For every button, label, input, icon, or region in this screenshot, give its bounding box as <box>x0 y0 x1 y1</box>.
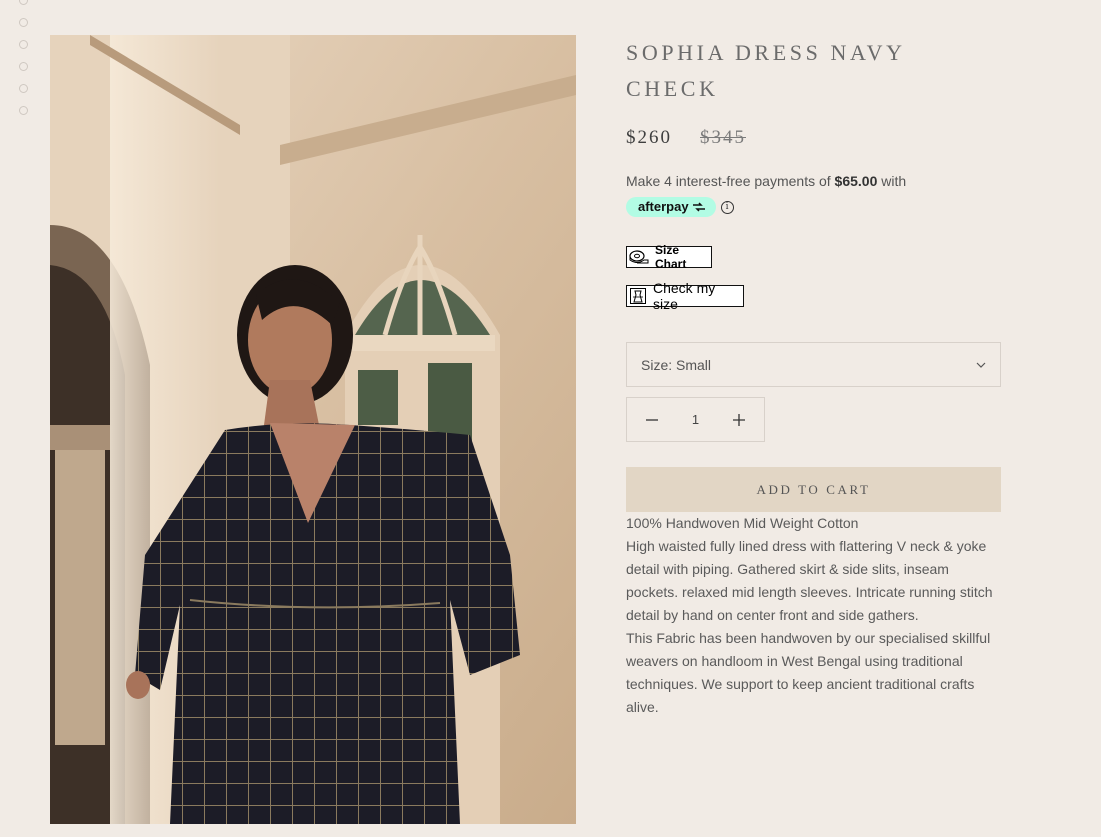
afterpay-message: Make 4 interest-free payments of $65.00 … <box>626 171 1002 217</box>
thumbnail-dot[interactable] <box>19 0 28 5</box>
price-row: $260 $345 <box>626 123 1002 153</box>
dress-hanger-icon <box>630 288 646 304</box>
description-paragraph: This Fabric has been handwoven by our sp… <box>626 630 991 715</box>
measuring-tape-icon <box>629 250 649 264</box>
product-image[interactable] <box>50 35 576 824</box>
thumbnail-dot[interactable] <box>19 106 28 115</box>
afterpay-suffix: with <box>877 173 907 189</box>
minus-icon[interactable] <box>645 413 659 427</box>
size-select-value: Size: Small <box>641 356 712 373</box>
quantity-value[interactable]: 1 <box>692 412 699 427</box>
compare-price: $345 <box>700 127 746 148</box>
product-page: SOPHIA DRESS NAVY CHECK $260 $345 Make 4… <box>0 0 1101 837</box>
afterpay-badge[interactable]: afterpay <box>626 197 716 217</box>
description-paragraph: High waisted fully lined dress with flat… <box>626 538 993 623</box>
afterpay-prefix: Make 4 interest-free payments of <box>626 173 835 189</box>
afterpay-amount: $65.00 <box>834 173 878 189</box>
chevron-down-icon <box>976 362 986 368</box>
afterpay-arrows-icon <box>692 202 705 212</box>
check-my-size-button[interactable]: Check my size <box>626 280 744 312</box>
size-chart-label: Size Chart <box>655 243 687 271</box>
thumbnail-dot[interactable] <box>19 62 28 71</box>
check-my-size-label: Check my size <box>653 280 716 312</box>
size-chart-button[interactable]: Size Chart <box>626 243 712 271</box>
product-info: SOPHIA DRESS NAVY CHECK $260 $345 Make 4… <box>626 35 1002 719</box>
afterpay-badge-label: afterpay <box>638 199 689 214</box>
info-icon[interactable]: i <box>720 200 734 214</box>
sale-price: $260 <box>626 127 672 148</box>
size-select[interactable]: Size: Small <box>626 342 1001 387</box>
thumbnail-dot[interactable] <box>19 18 28 27</box>
add-to-cart-button[interactable]: ADD TO CART <box>626 467 1001 512</box>
afterpay-row: afterpay i <box>626 197 1002 217</box>
plus-icon[interactable] <box>732 413 746 427</box>
product-description: 100% Handwoven Mid Weight Cotton High wa… <box>626 512 1001 719</box>
description-paragraph: 100% Handwoven Mid Weight Cotton <box>626 515 859 531</box>
quantity-stepper: 1 <box>626 397 765 442</box>
gallery-thumbnails <box>19 0 28 128</box>
thumbnail-dot[interactable] <box>19 40 28 49</box>
thumbnail-dot[interactable] <box>19 84 28 93</box>
product-title: SOPHIA DRESS NAVY CHECK <box>626 40 905 101</box>
